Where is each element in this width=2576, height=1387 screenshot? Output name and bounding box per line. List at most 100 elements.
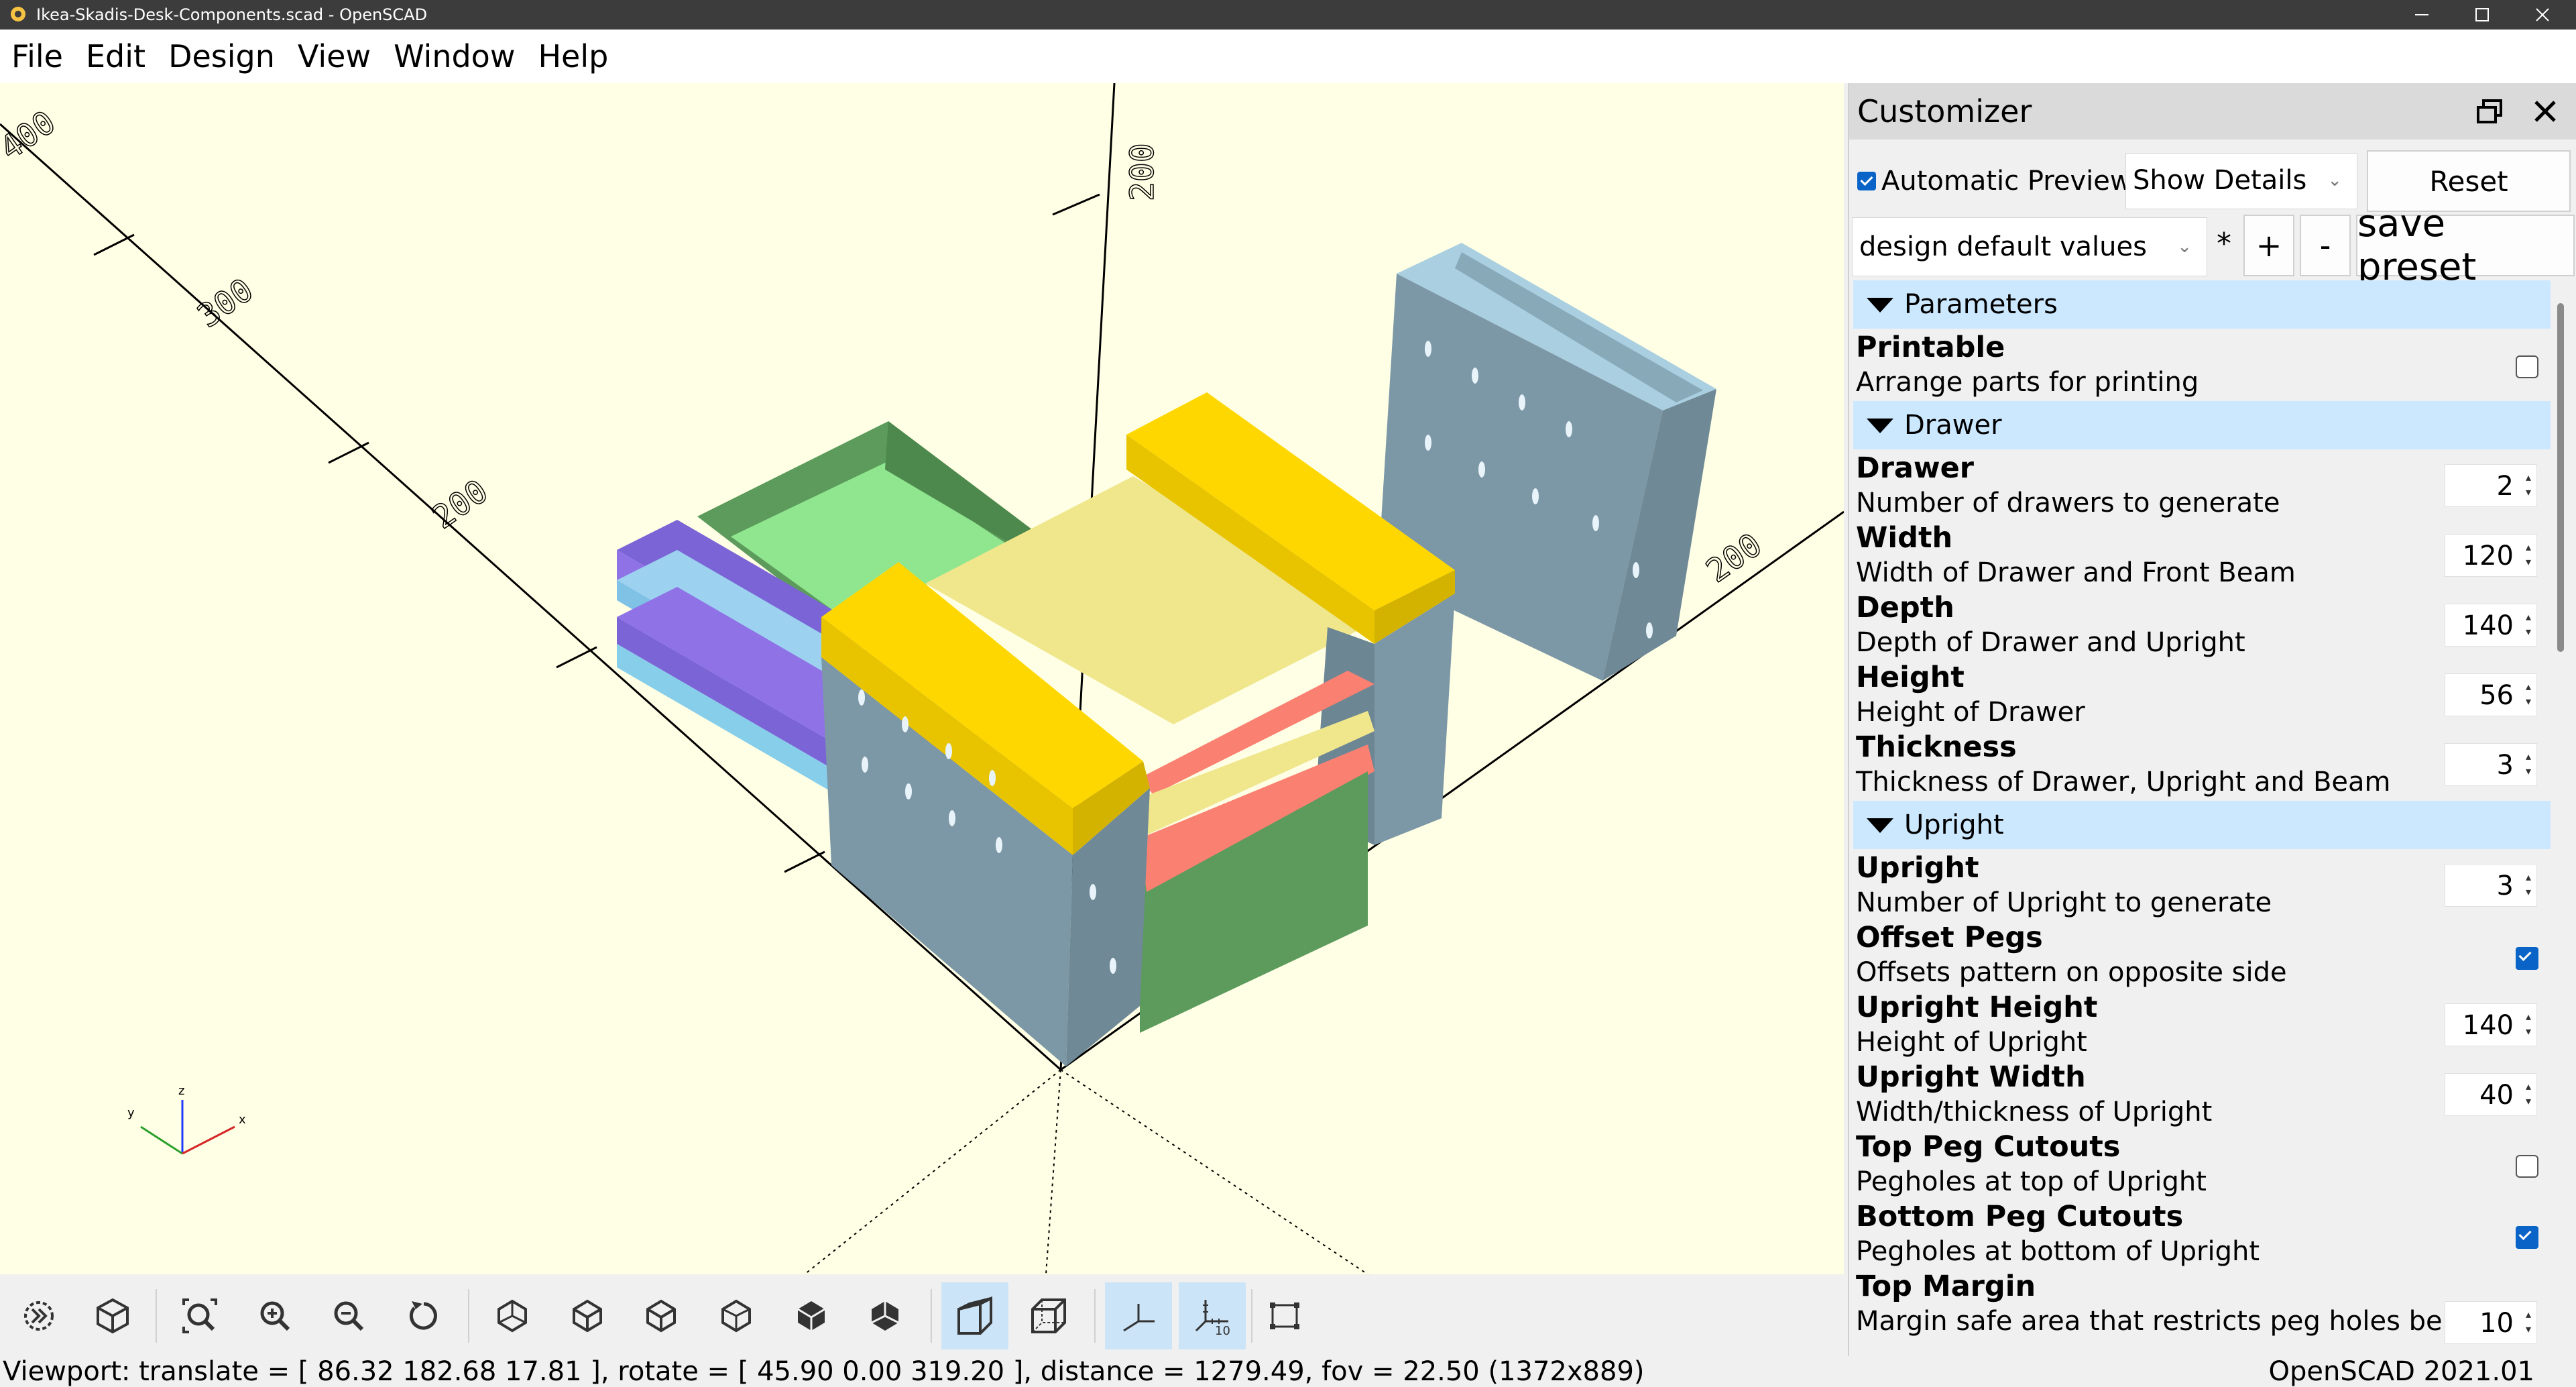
reset-view-button[interactable] [390,1282,457,1349]
remove-preset-label: - [2319,227,2331,264]
close-panel-button[interactable] [2528,94,2563,129]
preset-select[interactable]: design default values ⌄ [1852,217,2207,276]
customizer-title: Customizer [1857,93,2032,129]
zoom-in-button[interactable] [241,1282,308,1349]
expand-triangle-icon [1867,298,1893,313]
parameter-scrollbar[interactable] [2552,280,2572,1356]
section-upright[interactable]: Upright [1853,801,2551,849]
reset-view-icon [409,1301,437,1330]
view-right-icon [497,1299,527,1333]
spin-arrows-icon[interactable]: ▴ ▾ [2526,1307,2531,1337]
spin-arrows-icon[interactable]: ▴ ▾ [2526,1009,2531,1039]
spin-arrows-icon[interactable]: ▴ ▾ [2526,679,2531,709]
openscad-icon [11,7,25,21]
minimize-button[interactable] [2388,0,2455,30]
param-name: Top Peg Cutouts [1856,1130,2121,1164]
chevron-down-icon: ⌄ [2177,237,2192,257]
top-peg-cutouts-checkbox[interactable] [2516,1155,2538,1178]
upright-count-spinbox[interactable]: 3 ▴ ▾ [2445,864,2537,907]
thickness-spinbox[interactable]: 3 ▴ ▾ [2445,743,2537,786]
viewport-status: Viewport: translate = [ 86.32 182.68 17.… [3,1356,1645,1387]
details-select[interactable]: Show Details ⌄ [2125,153,2357,209]
spin-arrows-icon[interactable]: ▴ ▾ [2526,540,2531,569]
maximize-button[interactable] [2449,0,2516,30]
section-drawer[interactable]: Drawer [1853,401,2551,449]
view-right-button[interactable] [479,1282,546,1349]
close-icon [2536,8,2549,21]
depth-spinbox[interactable]: 140 ▴ ▾ [2445,604,2537,647]
top-margin-spinbox[interactable]: 10 ▴ ▾ [2445,1301,2537,1344]
view-left-icon [721,1299,751,1333]
upright-height-spinbox[interactable]: 140 ▴ ▾ [2445,1003,2537,1046]
expand-triangle-icon [1867,419,1893,433]
perspective-button[interactable] [941,1282,1008,1349]
param-desc: Arrange parts for printing [1856,367,2199,398]
toolbar-separator [1094,1289,1096,1343]
spinbox-value: 140 [2462,610,2514,641]
bottom-peg-cutouts-checkbox[interactable] [2516,1226,2538,1249]
show-axes-button[interactable] [1105,1282,1172,1349]
menu-design[interactable]: Design [157,30,286,83]
tick-label: 200 [1124,143,1161,201]
param-desc: Margin safe area that restricts peg hole… [1856,1306,2484,1337]
view-bottom-button[interactable] [628,1282,695,1349]
spin-arrows-icon[interactable]: ▴ ▾ [2526,610,2531,639]
zoom-out-button[interactable] [315,1282,382,1349]
param-name: Upright Width [1856,1060,2086,1094]
float-panel-button[interactable] [2473,94,2508,129]
spin-arrows-icon[interactable]: ▴ ▾ [2526,1079,2531,1109]
upright-width-spinbox[interactable]: 40 ▴ ▾ [2445,1073,2537,1116]
view-back-button[interactable] [852,1282,919,1349]
orthogonal-button[interactable] [1015,1282,1082,1349]
view-left-button[interactable] [703,1282,770,1349]
param-name: Top Margin [1856,1270,2036,1303]
expand-triangle-icon [1867,818,1893,833]
param-desc: Height of Upright [1856,1027,2087,1058]
drawer-count-spinbox[interactable]: 2 ▴ ▾ [2445,464,2537,507]
axis-y-label: y [127,1106,135,1120]
param-name: Upright Height [1856,991,2098,1024]
scrollbar-thumb[interactable] [2557,303,2564,652]
perspective-icon [957,1296,992,1335]
render-button[interactable] [79,1282,146,1349]
3d-viewport[interactable]: 400 300 200 200 200 z y x [0,83,1844,1274]
spin-arrows-icon[interactable]: ▴ ▾ [2526,470,2531,500]
height-spinbox[interactable]: 56 ▴ ▾ [2445,673,2537,716]
offset-pegs-checkbox[interactable] [2516,947,2538,970]
param-desc: Number of Upright to generate [1856,887,2272,918]
save-preset-button[interactable]: save preset [2356,202,2575,289]
spinbox-value: 2 [2496,471,2514,502]
menu-edit[interactable]: Edit [74,30,157,83]
add-preset-button[interactable]: + [2243,215,2294,276]
menu-help[interactable]: Help [526,30,620,83]
spinbox-value: 3 [2496,871,2514,901]
menu-file[interactable]: File [0,30,74,83]
view-all-button[interactable] [166,1282,233,1349]
param-desc: Depth of Drawer and Upright [1856,627,2245,658]
show-edges-button[interactable] [1251,1282,1318,1349]
spin-arrows-icon[interactable]: ▴ ▾ [2526,870,2531,899]
render-icon [97,1298,129,1334]
remove-preset-button[interactable]: - [2300,215,2351,276]
spinbox-value: 10 [2479,1308,2514,1339]
param-name: Printable [1856,331,2005,364]
close-button[interactable] [2509,0,2576,30]
minimize-icon [2415,14,2428,15]
view-front-button[interactable] [778,1282,845,1349]
printable-checkbox[interactable] [2516,355,2538,378]
show-scale-markers-button[interactable]: 10 [1179,1282,1246,1349]
section-parameters[interactable]: Parameters [1853,280,2551,329]
svg-text:10: 10 [1215,1324,1230,1337]
version-label: OpenSCAD 2021.01 [2268,1356,2534,1387]
menu-window[interactable]: Window [382,30,526,83]
view-top-button[interactable] [554,1282,621,1349]
float-window-icon [2477,99,2502,123]
show-edges-icon [1270,1302,1299,1329]
save-preset-label: save preset [2357,202,2477,289]
spin-arrows-icon[interactable]: ▴ ▾ [2526,749,2531,779]
axis-z-label: z [178,1084,184,1098]
preview-button[interactable] [5,1282,72,1349]
menu-view[interactable]: View [286,30,382,83]
width-spinbox[interactable]: 120 ▴ ▾ [2445,534,2537,577]
automatic-preview-checkbox[interactable] [1857,172,1876,190]
